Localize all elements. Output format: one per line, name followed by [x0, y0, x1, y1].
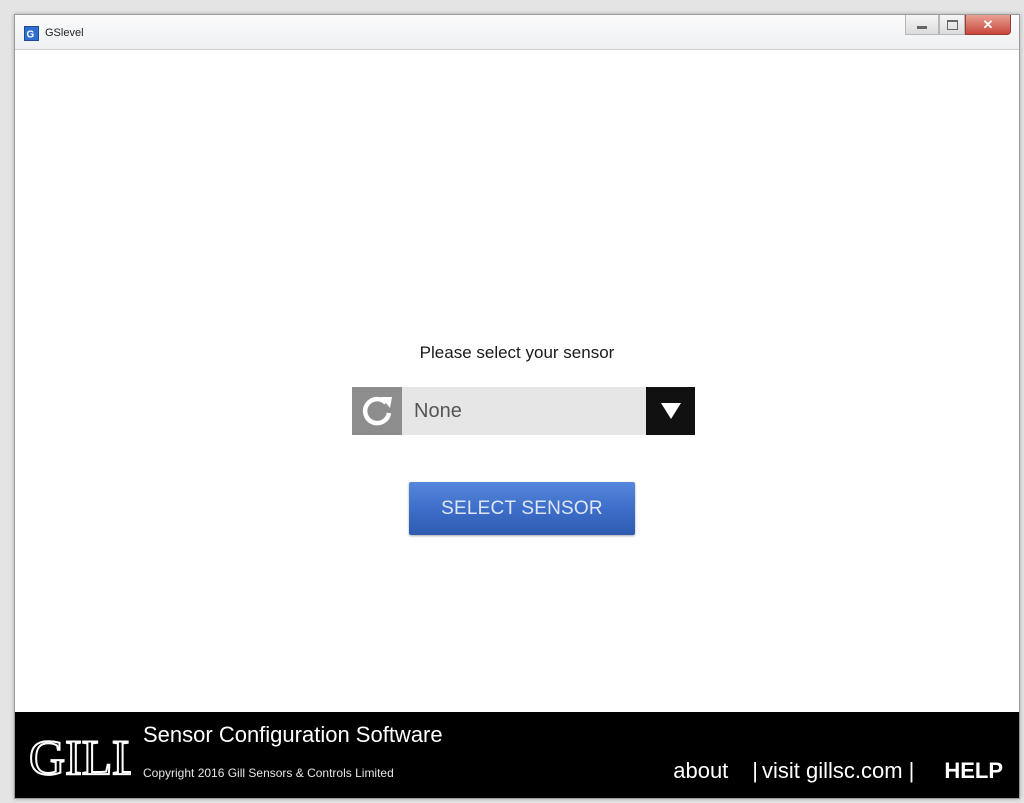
close-icon: ✕ [982, 17, 994, 32]
footer: GILL Sensor Configuration Software Copyr… [15, 712, 1019, 798]
link-separator: | [752, 758, 759, 783]
window-controls: ✕ [905, 15, 1011, 37]
maximize-button[interactable] [939, 15, 965, 35]
refresh-icon [362, 396, 392, 426]
title-bar: G GSlevel ✕ [15, 15, 1019, 50]
close-button[interactable]: ✕ [965, 15, 1011, 35]
svg-text:G: G [27, 30, 35, 41]
window-title: GSlevel [45, 27, 84, 39]
footer-links: about | visit gillsc.com | HELP [673, 758, 1003, 784]
copyright-text: Copyright 2016 Gill Sensors & Controls L… [143, 766, 394, 780]
minimize-button[interactable] [905, 15, 939, 35]
dropdown-toggle[interactable] [646, 387, 695, 435]
select-sensor-button[interactable]: SELECT SENSOR [409, 482, 635, 535]
refresh-button[interactable] [352, 387, 402, 435]
visit-website-link[interactable]: visit gillsc.com [762, 758, 903, 784]
link-separator: | [908, 758, 915, 783]
triangle-down-icon [660, 403, 681, 419]
minimize-icon [917, 26, 927, 29]
svg-text:GILL: GILL [29, 729, 131, 784]
main-content: Please select your sensor None SELECT SE… [15, 50, 1019, 712]
app-window: G GSlevel ✕ Please select your sensor No… [14, 14, 1020, 799]
about-link[interactable]: about [673, 758, 728, 784]
sensor-dropdown[interactable]: None [402, 387, 646, 435]
app-icon: G [24, 26, 39, 41]
gill-logo: GILL [28, 728, 131, 784]
sensor-selector: None [352, 387, 695, 435]
maximize-icon [946, 19, 958, 30]
help-link[interactable]: HELP [944, 758, 1003, 784]
select-sensor-prompt: Please select your sensor [419, 343, 615, 362]
app-name: Sensor Configuration Software [143, 722, 443, 747]
